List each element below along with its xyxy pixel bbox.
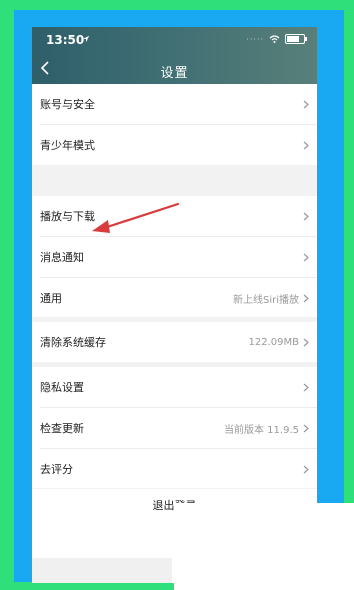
corner-mask [174,503,354,590]
list-item-teen-mode[interactable]: 青少年模式 [32,125,317,165]
chevron-right-icon [303,253,309,261]
phone-screen: 13:50 ····· 设置 账号与安全 青少年模式 播放与下载 消息通知 通用… [32,27,317,583]
annotation-arrow-icon [92,202,180,233]
list-item-account-security[interactable]: 账号与安全 [32,84,317,124]
list-item-label: 青少年模式 [40,139,95,152]
list-item-label: 通用 [40,292,62,305]
list-item-label: 消息通知 [40,251,84,264]
list-item-notifications[interactable]: 消息通知 [32,237,317,277]
list-item-check-update[interactable]: 检查更新 当前版本 11.9.5 [32,408,317,448]
page-title: 设置 [160,66,189,81]
list-item-label: 账号与安全 [40,98,95,111]
signal-dots: ····· [246,34,264,44]
chevron-right-icon [303,294,309,302]
chevron-right-icon [303,465,309,473]
list-item-value: 新上线Siri播放 [232,294,299,306]
chevron-right-icon [303,212,309,220]
list-item-label: 去评分 [40,463,73,476]
wifi-icon [269,35,280,43]
battery-icon [285,34,307,44]
settings-group-account: 账号与安全 青少年模式 [32,84,317,165]
location-arrow-icon [82,35,90,43]
chevron-right-icon [303,338,309,346]
list-item-rate[interactable]: 去评分 [32,449,317,489]
list-item-privacy[interactable]: 隐私设置 [32,367,317,407]
list-item-general[interactable]: 通用 新上线Siri播放 [32,278,317,318]
cache-size: 122.09MB [248,336,299,348]
settings-group-cache: 清除系统缓存 122.09MB [32,322,317,362]
list-item-label: 检查更新 [40,422,84,435]
chevron-right-icon [303,141,309,149]
version-text: 当前版本 11.9.5 [224,424,299,436]
status-right: ····· [246,34,307,44]
nav-header: 13:50 ····· 设置 [32,27,317,84]
chevron-right-icon [303,100,309,108]
list-item-clear-cache[interactable]: 清除系统缓存 122.09MB [32,322,317,362]
list-item-label: 隐私设置 [40,381,84,394]
chevron-right-icon [303,383,309,391]
list-item-label: 清除系统缓存 [40,336,106,349]
bottom-gray-block [32,558,172,583]
chevron-right-icon [303,424,309,432]
status-time: 13:50 [46,33,85,47]
settings-group-privacy: 隐私设置 检查更新 当前版本 11.9.5 去评分 [32,367,317,488]
